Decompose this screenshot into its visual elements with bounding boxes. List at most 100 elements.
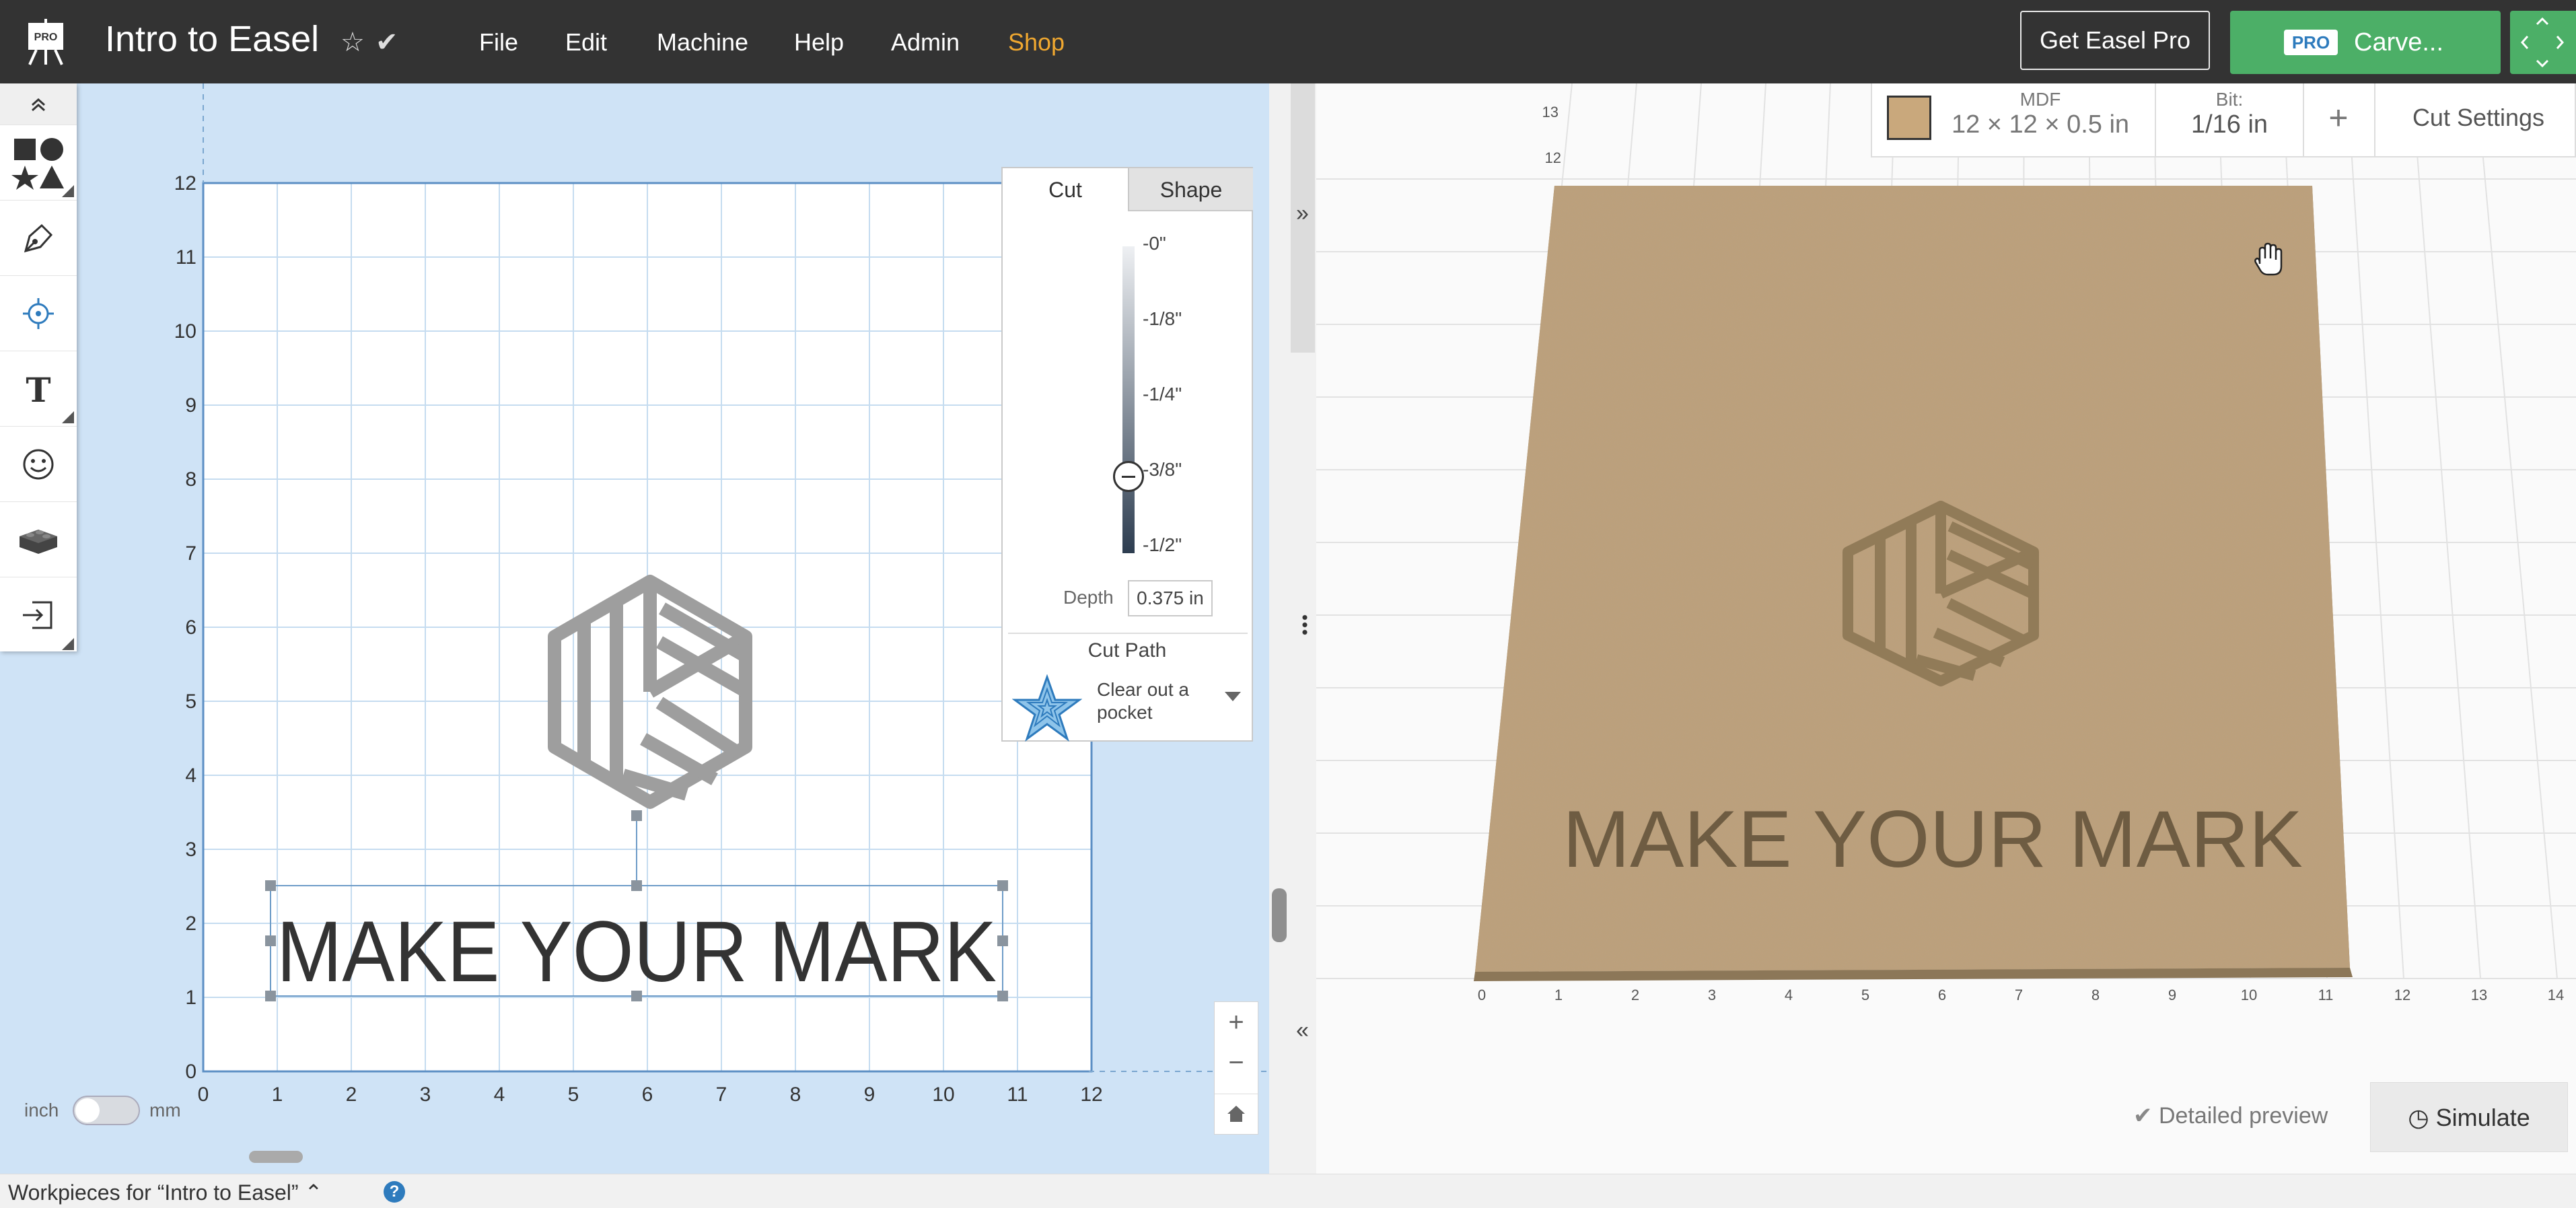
depth-input[interactable]: 0.375 in <box>1128 580 1213 616</box>
help-icon[interactable]: ? <box>384 1181 405 1203</box>
x-tick-label: 2 <box>346 1083 357 1106</box>
depth-label-3: -3/8" <box>1143 459 1182 480</box>
y-tick-label: 6 <box>185 616 196 639</box>
y-tick-label: 12 <box>174 172 196 194</box>
separator <box>2374 83 2375 157</box>
unit-mm-label[interactable]: mm <box>149 1100 181 1121</box>
x-tick-label: 3 <box>420 1083 431 1106</box>
zoom-out-button[interactable]: − <box>1215 1042 1258 1083</box>
project-title[interactable]: Intro to Easel <box>105 15 319 63</box>
simulate-label: Simulate <box>2435 1104 2530 1131</box>
workpieces-footer[interactable]: Workpieces for “Intro to Easel” ⌃ ? <box>0 1174 2576 1208</box>
pro-badge: PRO <box>2284 30 2338 55</box>
unit-inch-label[interactable]: inch <box>24 1100 59 1121</box>
carve-button[interactable]: PRO Carve... <box>2230 11 2501 74</box>
horizontal-scrollbar[interactable] <box>249 1151 303 1163</box>
panel-divider <box>1008 633 1248 634</box>
star-icon[interactable]: ☆ <box>341 27 365 58</box>
cut-path-select[interactable]: Clear out a pocket <box>1097 678 1198 724</box>
expand-right-icon[interactable]: » <box>1296 201 1309 227</box>
menu-machine[interactable]: Machine <box>657 27 748 58</box>
y-tick-label: 7 <box>185 542 196 565</box>
x-tick-label: 7 <box>716 1083 727 1106</box>
cut-path-label: Cut Path <box>1087 639 1167 662</box>
preview-x-tick: 10 <box>2241 987 2257 1003</box>
x-tick-label: 12 <box>1080 1083 1102 1106</box>
depth-label-1: -1/8" <box>1143 308 1182 329</box>
tool-icons[interactable] <box>0 427 77 502</box>
simulate-button[interactable]: ◷ Simulate <box>2370 1082 2568 1152</box>
menu-shop[interactable]: Shop <box>1008 27 1065 58</box>
chevron-down-icon[interactable] <box>1225 692 1241 701</box>
chevron-up-icon <box>32 98 45 111</box>
x-tick-label: 6 <box>642 1083 653 1106</box>
pocket-star-icon[interactable] <box>1012 674 1082 742</box>
preview-scene: 01234567891011121314121314 MAKE YOUR MAR… <box>1316 83 2576 1003</box>
zoom-home-button[interactable] <box>1215 1094 1258 1134</box>
zoom-in-button[interactable]: + <box>1215 1002 1258 1042</box>
tool-apps[interactable] <box>0 502 77 577</box>
add-bit-button[interactable]: + <box>2315 98 2362 137</box>
tool-point[interactable] <box>0 276 77 351</box>
x-tick-label: 5 <box>568 1083 579 1106</box>
bit-value[interactable]: 1/16 in <box>2157 110 2301 139</box>
text-object: MAKE YOUR MARK <box>277 904 997 1000</box>
unit-toggle[interactable] <box>73 1096 140 1125</box>
expand-left-icon[interactable]: « <box>1296 1018 1309 1044</box>
menu-file[interactable]: File <box>479 27 518 58</box>
menu-edit[interactable]: Edit <box>565 27 607 58</box>
workpieces-label[interactable]: Workpieces for “Intro to Easel” ⌃ <box>8 1180 322 1205</box>
top-bar: PRO Intro to Easel ☆ ✔ File Edit Machine… <box>0 0 2576 83</box>
jog-button[interactable] <box>2510 11 2576 74</box>
depth-slider-handle[interactable] <box>1113 461 1144 492</box>
material-name[interactable]: MDF <box>1939 89 2141 110</box>
tool-text[interactable]: T <box>0 351 77 427</box>
depth-label-4: -1/2" <box>1143 534 1182 555</box>
get-easel-pro-button[interactable]: Get Easel Pro <box>2020 11 2210 70</box>
jog-arrows-icon <box>2520 17 2565 68</box>
tool-palette: T <box>0 83 77 651</box>
depth-label-0: -0" <box>1143 233 1166 254</box>
canvas-vscroll[interactable] <box>1272 888 1287 942</box>
svg-text:T: T <box>26 371 50 407</box>
depth-slider-track[interactable] <box>1122 246 1135 553</box>
preview-x-tick: 14 <box>2548 987 2564 1003</box>
tool-shapes[interactable] <box>0 125 77 201</box>
material-size[interactable]: 12 × 12 × 0.5 in <box>1939 110 2141 139</box>
x-tick-label: 11 <box>1007 1083 1028 1106</box>
tab-shape[interactable]: Shape <box>1128 168 1253 211</box>
menu-help[interactable]: Help <box>794 27 844 58</box>
separator <box>2303 83 2304 157</box>
collapse-toolbar-button[interactable] <box>0 83 77 125</box>
depth-label: Depth <box>1063 587 1114 608</box>
tab-cut[interactable]: Cut <box>1003 168 1128 211</box>
preview-x-tick: 13 <box>2471 987 2487 1003</box>
easel-logo-icon[interactable]: PRO <box>24 17 67 66</box>
y-tick-label: 8 <box>185 468 196 491</box>
menu-admin[interactable]: Admin <box>891 27 960 58</box>
logo-text: PRO <box>34 32 58 43</box>
x-tick-label: 10 <box>932 1083 954 1106</box>
drag-handle-icon[interactable] <box>1302 614 1308 635</box>
detailed-preview-toggle[interactable]: ✔ Detailed preview <box>2133 1102 2328 1129</box>
chevron-up-icon: ⌃ <box>304 1180 323 1205</box>
preview-x-tick: 3 <box>1708 987 1716 1003</box>
x-tick-label: 1 <box>272 1083 283 1106</box>
y-tick-label: 1 <box>185 987 196 1009</box>
x-tick-label: 4 <box>494 1083 505 1106</box>
pen-icon <box>24 223 53 252</box>
3d-preview[interactable]: 01234567891011121314121314 MAKE YOUR MAR… <box>1316 83 2576 1174</box>
material-swatch[interactable] <box>1887 96 1931 140</box>
preview-x-tick: 4 <box>1785 987 1793 1003</box>
y-tick-label: 10 <box>174 320 196 343</box>
tool-pen[interactable] <box>0 201 77 276</box>
preview-x-tick: 7 <box>2015 987 2023 1003</box>
x-tick-label: 9 <box>864 1083 875 1106</box>
shapes-icon <box>11 137 64 190</box>
y-tick-label: 11 <box>176 246 196 269</box>
preview-y-tick: 12 <box>1545 149 1561 166</box>
tool-import[interactable] <box>0 577 77 653</box>
apps-block-icon <box>20 529 57 554</box>
y-tick-label: 0 <box>185 1061 196 1083</box>
cut-settings-button[interactable]: Cut Settings <box>2381 104 2576 132</box>
